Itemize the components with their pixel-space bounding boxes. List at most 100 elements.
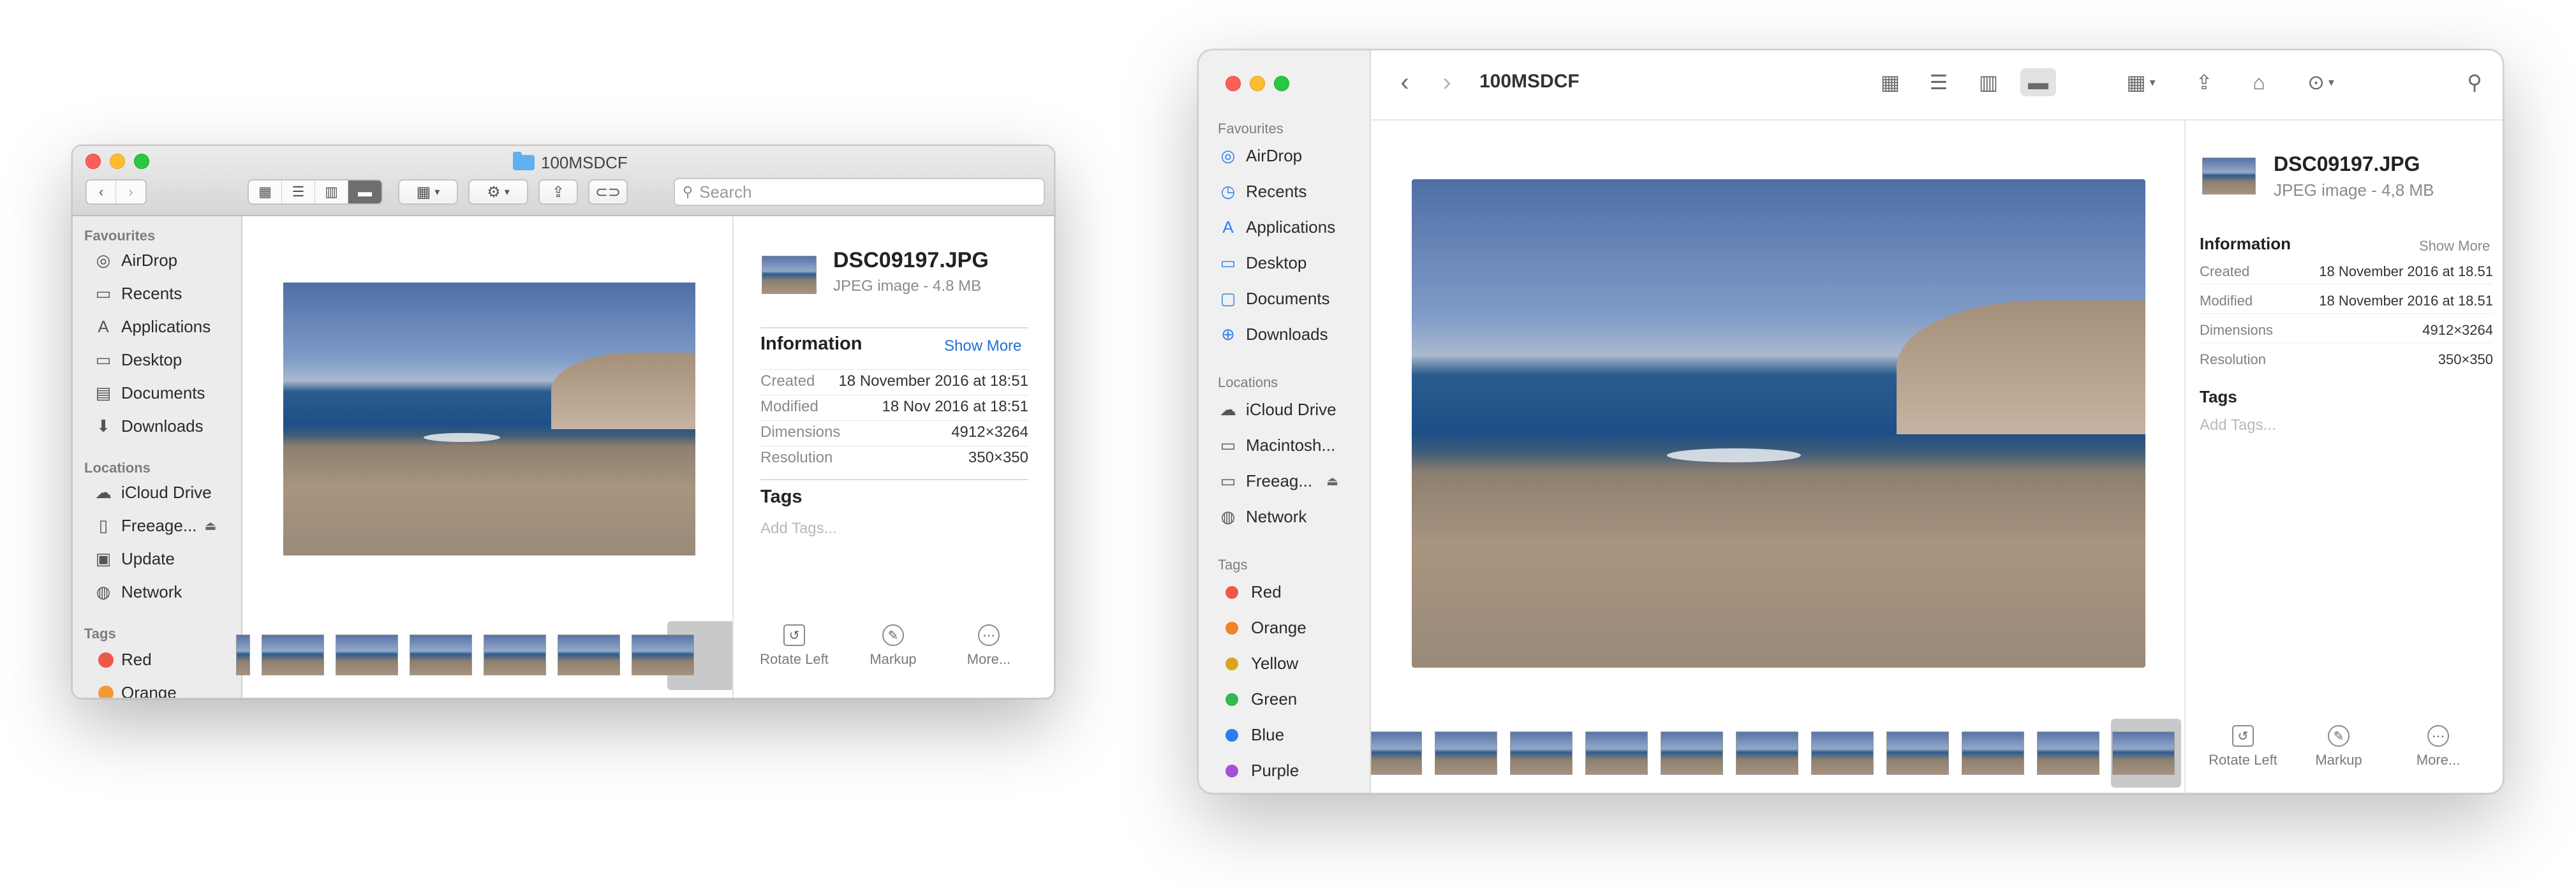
column-view-button[interactable]: ▥ xyxy=(1973,68,2004,96)
sidebar-item-recents[interactable]: ◷ Recents xyxy=(1218,182,1307,202)
sidebar-item-freeag[interactable]: ▭ Freeag... ⏏ xyxy=(1218,471,1338,491)
sidebar-tag-yellow[interactable]: Yellow xyxy=(1225,654,1298,673)
thumbnail[interactable] xyxy=(1585,731,1648,775)
close-button[interactable] xyxy=(1225,76,1241,91)
zoom-button[interactable] xyxy=(134,154,149,169)
tag-color-dot xyxy=(1225,728,1238,742)
sidebar-item-airdrop[interactable]: ◎ AirDrop xyxy=(1218,146,1302,166)
gallery-view-button[interactable]: ▬ xyxy=(2020,68,2056,96)
add-tags-field[interactable]: Add Tags... xyxy=(2200,416,2276,434)
add-tags-field[interactable]: Add Tags... xyxy=(760,520,837,538)
markup-button[interactable]: ✎ Markup xyxy=(2307,725,2371,768)
rotate-left-button[interactable]: ↺ Rotate Left xyxy=(2205,725,2281,768)
back-button[interactable]: ‹ xyxy=(87,180,116,203)
action-button[interactable]: ⊙ ▾ xyxy=(2298,68,2343,96)
sidebar-tag-red[interactable]: Red xyxy=(98,650,152,670)
preview-image[interactable] xyxy=(283,283,695,555)
preview-image[interactable] xyxy=(1412,179,2145,668)
sidebar-item-desktop[interactable]: ▭ Desktop xyxy=(1218,253,1307,273)
sidebar-item-network[interactable]: ◍ Network xyxy=(1218,507,1307,527)
tags-button[interactable]: ⌂ xyxy=(2245,68,2273,96)
thumbnail[interactable] xyxy=(1811,731,1874,775)
icon-view-button[interactable]: ▦ xyxy=(249,180,282,203)
thumbnail[interactable] xyxy=(1886,731,1949,775)
tags-button[interactable]: ⊂⊃ xyxy=(588,179,628,205)
gallery-view-button[interactable]: ▬ xyxy=(348,180,381,203)
column-view-button[interactable]: ▥ xyxy=(315,180,348,203)
action-button[interactable]: ⚙ ▾ xyxy=(468,179,528,205)
share-button[interactable]: ⇪ xyxy=(538,179,578,205)
minimize-button[interactable] xyxy=(110,154,125,169)
thumbnail[interactable] xyxy=(1371,731,1422,775)
chevron-left-icon: ‹ xyxy=(1400,68,1409,96)
eject-icon[interactable]: ⏏ xyxy=(1326,473,1338,489)
rotate-left-button[interactable]: ↺ Rotate Left xyxy=(759,624,829,668)
sidebar-item-airdrop[interactable]: ◎ AirDrop xyxy=(93,251,177,270)
rotate-left-icon: ↺ xyxy=(2232,725,2254,747)
thumbnail[interactable] xyxy=(236,635,250,675)
divider xyxy=(760,327,1028,328)
group-by-button[interactable]: ▦ ▾ xyxy=(398,179,458,205)
sidebar-item-recents[interactable]: ▭ Recents xyxy=(93,284,182,304)
thumbnail[interactable] xyxy=(336,635,398,675)
list-view-button[interactable]: ☰ xyxy=(282,180,315,203)
search-field[interactable]: ⚲ Search xyxy=(674,178,1045,206)
sidebar-item-update[interactable]: ▣ Update xyxy=(93,549,175,569)
search-button[interactable]: ⚲ xyxy=(2461,68,2489,96)
forward-button[interactable]: › xyxy=(1437,68,1456,96)
thumbnail-selected[interactable] xyxy=(632,635,694,675)
eject-icon[interactable]: ⏏ xyxy=(205,518,217,534)
minimize-button[interactable] xyxy=(1250,76,1265,91)
document-icon: ▢ xyxy=(1220,289,1236,308)
thumbnail[interactable] xyxy=(2037,731,2099,775)
sidebar-item-freeage[interactable]: ▯ Freeage... ⏏ xyxy=(93,516,217,536)
info-panel: DSC09197.JPG JPEG image - 4.8 MB Informa… xyxy=(732,216,1054,698)
more-button[interactable]: ⋯ More... xyxy=(957,624,1021,668)
back-button[interactable]: ‹ xyxy=(1395,68,1414,96)
thumbnail[interactable] xyxy=(262,635,324,675)
markup-button[interactable]: ✎ Markup xyxy=(861,624,925,668)
sidebar-header-tags: Tags xyxy=(84,626,116,642)
sidebar-item-icloud-drive[interactable]: ☁ iCloud Drive xyxy=(93,483,212,503)
sidebar-tag-orange[interactable]: Orange xyxy=(98,683,177,698)
icon-view-button[interactable]: ▦ xyxy=(1875,68,1906,96)
thumbnail[interactable] xyxy=(1510,731,1573,775)
thumbnail[interactable] xyxy=(410,635,472,675)
list-view-button[interactable]: ☰ xyxy=(1923,68,1954,96)
sidebar-item-downloads[interactable]: ⬇ Downloads xyxy=(93,416,204,436)
thumbnail[interactable] xyxy=(1962,731,2024,775)
sidebar-item-documents[interactable]: ▢ Documents xyxy=(1218,289,1330,309)
sidebar-tag-red[interactable]: Red xyxy=(1225,582,1282,602)
show-more-link[interactable]: Show More xyxy=(944,337,1021,355)
sidebar-tag-orange[interactable]: Orange xyxy=(1225,618,1307,638)
sidebar: Favourites ◎ AirDrop ◷ Recents A Applicatio… xyxy=(1199,50,1371,793)
thumbnail[interactable] xyxy=(1661,731,1723,775)
thumbnail-selected[interactable] xyxy=(2112,731,2175,775)
thumbnail[interactable] xyxy=(1435,731,1497,775)
sidebar-item-desktop[interactable]: ▭ Desktop xyxy=(93,350,182,370)
sidebar-item-network[interactable]: ◍ Network xyxy=(93,582,182,602)
sidebar-item-applications[interactable]: A Applications xyxy=(93,317,211,337)
sidebar-item-icloud-drive[interactable]: ☁ iCloud Drive xyxy=(1218,400,1336,420)
more-button[interactable]: ⋯ More... xyxy=(2406,725,2470,768)
gallery-preview xyxy=(236,216,735,698)
drive-icon: ▭ xyxy=(1220,436,1236,455)
show-more-link[interactable]: Show More xyxy=(2419,238,2490,254)
sidebar-item-downloads[interactable]: ⊕ Downloads xyxy=(1218,325,1328,344)
info-row-dimensions: Dimensions 4912×3264 xyxy=(2200,322,2493,343)
thumbnail[interactable] xyxy=(484,635,546,675)
thumbnail[interactable] xyxy=(558,635,620,675)
sidebar-tag-green[interactable]: Green xyxy=(1225,689,1297,709)
sidebar-item-documents[interactable]: ▤ Documents xyxy=(93,383,205,403)
sidebar-item-macintosh[interactable]: ▭ Macintosh... xyxy=(1218,436,1335,455)
share-button[interactable]: ⇪ xyxy=(2190,68,2218,96)
sidebar-tag-blue[interactable]: Blue xyxy=(1225,725,1284,745)
sidebar-tag-purple[interactable]: Purple xyxy=(1225,761,1299,781)
forward-button[interactable]: › xyxy=(116,180,145,203)
close-button[interactable] xyxy=(85,154,101,169)
zoom-button[interactable] xyxy=(1274,76,1289,91)
thumbnail[interactable] xyxy=(1736,731,1798,775)
list-icon: ☰ xyxy=(1929,71,1948,94)
sidebar-item-applications[interactable]: A Applications xyxy=(1218,217,1335,237)
group-by-button[interactable]: ▦ ▾ xyxy=(2119,68,2163,96)
